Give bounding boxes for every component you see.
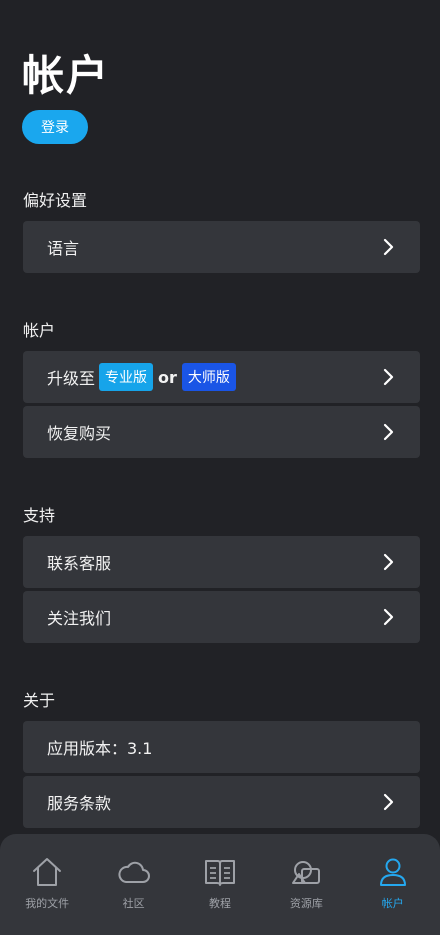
version-label: 应用版本：3.1 [47, 739, 153, 758]
account-screen: 帐户 登录 偏好设置 语言 帐户 升级至 专业版 or 大师版 恢复购买 支持 … [0, 0, 440, 935]
pro-badge: 专业版 [99, 363, 154, 391]
tab-tutorials[interactable]: 教程 [180, 856, 260, 935]
chevron-right-icon [383, 553, 394, 571]
contact-label: 联系客服 [47, 554, 112, 573]
terms-label: 服务条款 [47, 794, 112, 813]
follow-label: 关注我们 [47, 609, 112, 628]
tab-label: 教程 [208, 897, 231, 910]
upgrade-row[interactable]: 升级至 专业版 or 大师版 [23, 351, 420, 403]
language-label: 语言 [47, 239, 80, 258]
tab-label: 社区 [122, 897, 145, 910]
shapes-icon [292, 861, 321, 884]
language-row[interactable]: 语言 [23, 221, 420, 273]
upgrade-label: 升级至 专业版 or 大师版 [47, 363, 382, 391]
chevron-right-icon [383, 368, 394, 386]
home-icon [33, 858, 62, 886]
tab-account[interactable]: 帐户 [353, 856, 433, 935]
section-title-about: 关于 [23, 691, 56, 710]
app-version-row: 应用版本：3.1 [23, 721, 420, 773]
terms-row[interactable]: 服务条款 [23, 776, 420, 828]
contact-support-row[interactable]: 联系客服 [23, 536, 420, 588]
tab-community[interactable]: 社区 [94, 856, 174, 935]
chevron-right-icon [383, 238, 394, 256]
tab-label: 我的文件 [25, 897, 70, 910]
tab-label: 资源库 [289, 897, 323, 910]
tab-label: 帐户 [381, 897, 404, 910]
section-title-support: 支持 [23, 506, 56, 525]
page-title: 帐户 [22, 51, 111, 100]
user-icon [379, 858, 406, 886]
tab-my-files[interactable]: 我的文件 [7, 856, 87, 935]
section-title-account: 帐户 [23, 321, 56, 340]
chevron-right-icon [383, 423, 394, 441]
book-icon [204, 860, 235, 886]
chevron-right-icon [383, 793, 394, 811]
master-badge: 大师版 [181, 363, 236, 391]
follow-us-row[interactable]: 关注我们 [23, 591, 420, 643]
chevron-right-icon [383, 608, 394, 626]
section-title-preferences: 偏好设置 [23, 191, 88, 210]
restore-label: 恢复购买 [47, 424, 112, 443]
tab-resources[interactable]: 资源库 [266, 856, 346, 935]
cloud-icon [118, 861, 150, 883]
upgrade-prefix: 升级至 [47, 369, 96, 388]
restore-purchase-row[interactable]: 恢复购买 [23, 406, 420, 458]
or-text: or [158, 367, 177, 387]
login-button[interactable]: 登录 [22, 110, 88, 144]
bottom-tab-bar: 我的文件 社区 教程 资源库 帐户 [0, 834, 440, 935]
